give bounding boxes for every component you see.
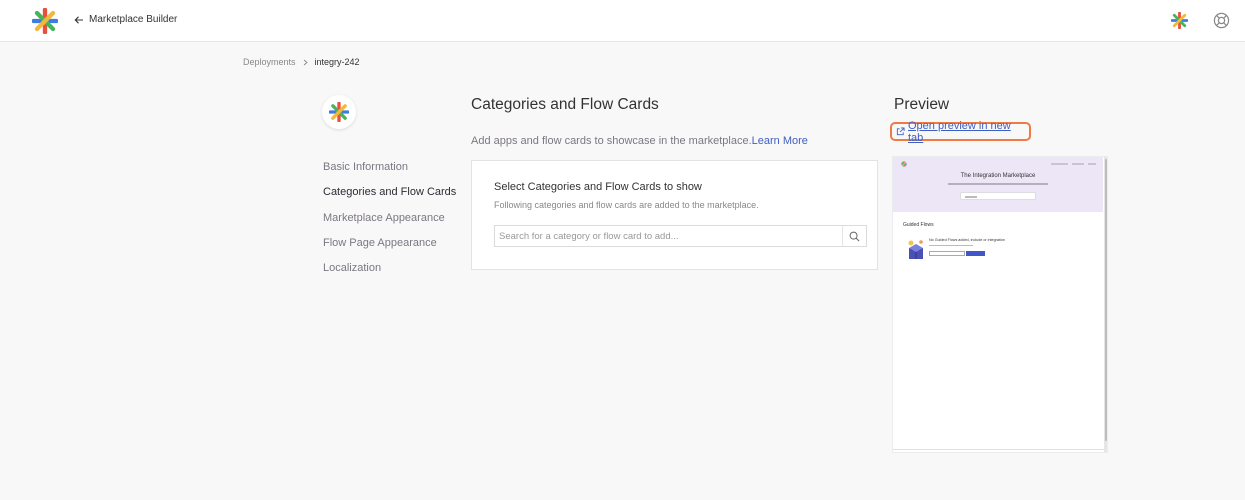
asterisk-logo-icon[interactable] — [32, 8, 58, 34]
preview-nav-item — [1051, 163, 1068, 165]
sidebar-item-categories-and-flow-cards[interactable]: Categories and Flow Cards — [323, 185, 456, 210]
learn-more-link[interactable]: Learn More — [752, 135, 808, 147]
sidebar-item-basic-information[interactable]: Basic Information — [323, 160, 456, 185]
life-ring-icon[interactable] — [1213, 12, 1230, 29]
sidebar-item-marketplace-appearance[interactable]: Marketplace Appearance — [323, 211, 456, 236]
preview-guided-input — [929, 251, 965, 256]
deployment-logo — [322, 95, 356, 129]
back-to-marketplace-builder[interactable]: Marketplace Builder — [74, 14, 177, 25]
open-preview-label: Open preview in new tab — [908, 119, 1011, 144]
preview-title: Preview — [894, 96, 950, 113]
breadcrumb: Deployments integry-242 — [243, 57, 360, 67]
preview-frame[interactable]: The Integration Marketplace Guided Flows… — [892, 156, 1108, 453]
section-description: Add apps and flow cards to showcase in t… — [471, 135, 808, 147]
preview-scrollbar[interactable] — [1104, 157, 1107, 452]
preview-guided-empty: No Guided Flows added, include or integr… — [929, 238, 1005, 242]
preview-hero-subtitle — [948, 183, 1048, 185]
breadcrumb-deployments[interactable]: Deployments — [243, 57, 296, 67]
section-description-text: Add apps and flow cards to showcase in t… — [471, 135, 752, 147]
sidebar-item-flow-page-appearance[interactable]: Flow Page Appearance — [323, 236, 456, 261]
sidebar-nav: Basic Information Categories and Flow Ca… — [323, 160, 456, 286]
box-illustration-icon — [908, 240, 923, 259]
preview-guided-button — [966, 251, 985, 256]
preview-nav-item — [1072, 163, 1084, 165]
preview-guided-line — [929, 245, 973, 247]
search-box — [494, 225, 867, 247]
chevron-right-icon — [303, 59, 308, 65]
search-icon — [849, 231, 860, 241]
card-subtitle: Following categories and flow cards are … — [494, 200, 759, 210]
open-preview-link[interactable]: Open preview in new tab — [890, 119, 1031, 144]
breadcrumb-current: integry-242 — [314, 57, 360, 67]
preview-hero: The Integration Marketplace — [893, 157, 1103, 212]
search-button[interactable] — [842, 226, 866, 246]
preview-hero-title: The Integration Marketplace — [960, 173, 1036, 179]
card-title: Select Categories and Flow Cards to show — [494, 181, 702, 193]
arrow-left-icon — [74, 15, 83, 24]
categories-card: Select Categories and Flow Cards to show… — [471, 160, 878, 270]
preview-hero-search — [960, 192, 1036, 200]
preview-nav-item — [1088, 163, 1096, 165]
preview-bottom-divider — [893, 449, 1104, 450]
back-label: Marketplace Builder — [89, 14, 178, 25]
top-bar: Marketplace Builder — [0, 0, 1245, 42]
sidebar-item-localization[interactable]: Localization — [323, 261, 456, 286]
section-title: Categories and Flow Cards — [471, 96, 659, 113]
external-link-icon — [896, 127, 905, 136]
search-input[interactable] — [495, 226, 840, 246]
asterisk-logo-icon — [329, 102, 349, 122]
preview-scroll-thumb[interactable] — [1105, 159, 1107, 441]
account-logo-icon[interactable] — [1171, 12, 1188, 29]
asterisk-logo-icon — [901, 161, 907, 167]
preview-guided-title: Guided Flows — [903, 222, 934, 228]
